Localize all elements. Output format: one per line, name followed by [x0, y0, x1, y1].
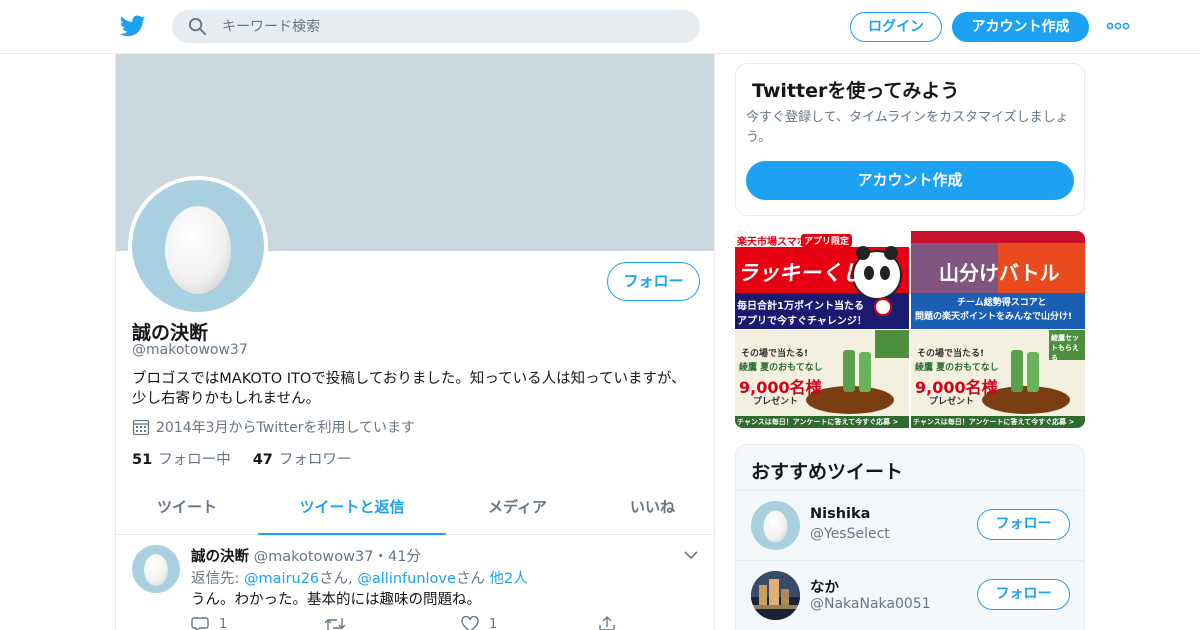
- like-action[interactable]: 1: [461, 616, 497, 630]
- ad4-footer: チャンスは毎日！アンケートに答えて今すぐ応募 >: [913, 418, 1075, 426]
- reply-action[interactable]: 1: [191, 616, 227, 630]
- tab-tweets-and-replies[interactable]: ツイートと返信: [258, 486, 446, 535]
- ad4-present: プレゼント: [929, 397, 975, 407]
- retweet-icon: [324, 618, 346, 630]
- twitter-bird-icon[interactable]: [120, 13, 146, 39]
- recommended-name[interactable]: なか: [810, 576, 839, 597]
- tweet-avatar[interactable]: [132, 545, 180, 593]
- ad-lucky-lottery[interactable]: 楽天市場スマホ アプリ限定 ラッキーくじ 毎日合計1万ポイント当たる アプリで今…: [735, 231, 909, 329]
- like-count: 1: [489, 616, 498, 630]
- tweet-actions: 1 1: [191, 616, 631, 630]
- following-label: フォロー中: [158, 452, 231, 468]
- following-stat[interactable]: 51 フォロー中: [132, 448, 231, 469]
- reply-suffix: さん,: [319, 571, 358, 587]
- search-box[interactable]: [172, 10, 700, 43]
- more-dots-icon[interactable]: [1106, 20, 1130, 32]
- tweet-header: 誠の決断 @makotowow37・41分: [191, 545, 421, 566]
- ad2-sub1: チーム総勢得スコアと: [957, 298, 1047, 308]
- ad1-sub2: アプリで今すぐチャレンジ！: [737, 316, 867, 327]
- ad2-title: 山分けバトル: [939, 261, 1060, 285]
- tweet-author-name[interactable]: 誠の決断: [191, 549, 249, 565]
- ad4-brand: 綾鷹 夏のおもてなし: [915, 363, 999, 373]
- share-action[interactable]: [598, 616, 616, 630]
- ad2-sub2: 問題の楽天ポイントをみんなで山分け!: [915, 312, 1073, 322]
- ad-ayataka-2[interactable]: その場で当たる! 綾鷹 夏のおもてなし 9,000名様 プレゼント 綾鷹セットも…: [911, 330, 1085, 428]
- profile-tabs: ツイート ツイートと返信 メディア いいね: [116, 486, 714, 535]
- egg-avatar-icon: [144, 554, 168, 586]
- ad4-head: その場で当たる!: [917, 349, 985, 359]
- signup-card-button[interactable]: アカウント作成: [746, 161, 1074, 200]
- ad-yamawake-battle[interactable]: 山分けバトル チーム総勢得スコアと 問題の楽天ポイントをみんなで山分け!: [911, 231, 1085, 329]
- recommended-name[interactable]: Nishika: [810, 506, 870, 522]
- recommended-user[interactable]: なか @NakaNaka0051 フォロー: [736, 560, 1084, 630]
- retweet-action[interactable]: [324, 616, 346, 630]
- profile-column: フォロー 誠の決断 @makotowow37 ブロゴスではMAKOTO ITOで…: [115, 54, 715, 630]
- recommended-title: おすすめツイート: [751, 461, 904, 483]
- tab-tweets[interactable]: ツイート: [116, 486, 258, 535]
- reply-user-link[interactable]: @allinfunlove: [357, 571, 456, 587]
- reply-user-link[interactable]: @mairu26: [244, 571, 319, 587]
- city-night-photo-icon: [751, 571, 800, 620]
- profile-joined-date: 2014年3月からTwitterを利用しています: [132, 417, 415, 437]
- ad4-badge: 綾鷹セットもらえる: [1051, 334, 1079, 362]
- ad3-head: その場で当たる!: [741, 349, 809, 359]
- tweet-timestamp[interactable]: 41分: [388, 549, 421, 565]
- profile-handle[interactable]: @makotowow37: [132, 342, 248, 358]
- following-count: 51: [132, 452, 153, 468]
- search-icon: [188, 17, 207, 36]
- calendar-icon: [132, 419, 150, 436]
- reply-others-link[interactable]: 他2人: [490, 571, 528, 587]
- followers-stat[interactable]: 47 フォロワー: [253, 448, 352, 469]
- egg-avatar-icon: [763, 510, 788, 543]
- recommended-handle[interactable]: @YesSelect: [810, 526, 890, 542]
- egg-avatar-icon: [165, 206, 231, 294]
- tweet-item[interactable]: 誠の決断 @makotowow37・41分 返信先: @mairu26さん, @…: [116, 536, 714, 630]
- ad1-sub1: 毎日合計1万ポイント当たる: [737, 301, 864, 312]
- tweet-text: うん。わかった。基本的には趣味の問題ね。: [191, 592, 481, 608]
- heart-icon: [461, 616, 479, 630]
- follow-button[interactable]: フォロー: [977, 579, 1070, 610]
- tab-likes[interactable]: いいね: [589, 486, 714, 535]
- tweet-separator: ・: [373, 549, 388, 565]
- profile-name: 誠の決断: [132, 322, 209, 344]
- follow-button[interactable]: フォロー: [977, 509, 1070, 540]
- ad-ayataka-1[interactable]: その場で当たる! 綾鷹 夏のおもてなし 9,000名様 プレゼント チャンスは毎…: [735, 330, 909, 428]
- chevron-down-icon[interactable]: [684, 550, 698, 560]
- recommended-avatar[interactable]: [751, 571, 800, 620]
- recommended-tweets: おすすめツイート Nishika @YesSelect フォロー なか @Nak…: [735, 444, 1085, 630]
- ad3-brand: 綾鷹 夏のおもてなし: [739, 363, 823, 373]
- recommended-handle[interactable]: @NakaNaka0051: [810, 596, 931, 612]
- tab-media[interactable]: メディア: [446, 486, 589, 535]
- ad3-present: プレゼント: [753, 397, 799, 407]
- profile-stats: 51 フォロー中 47 フォロワー: [132, 448, 373, 469]
- recommended-user[interactable]: Nishika @YesSelect フォロー: [736, 490, 1084, 560]
- followers-count: 47: [252, 452, 273, 468]
- reply-suffix: さん: [455, 571, 490, 587]
- signup-card-description: 今すぐ登録して、タイムラインをカスタマイズしましょう。: [746, 110, 1069, 145]
- reply-count: 1: [219, 616, 228, 630]
- search-input[interactable]: [222, 10, 682, 43]
- share-icon: [599, 616, 615, 630]
- ad1-badge: アプリ限定: [801, 234, 853, 247]
- tweet-reply-to: 返信先: @mairu26さん, @allinfunloveさん 他2人: [191, 567, 528, 588]
- login-button[interactable]: ログイン: [850, 12, 942, 42]
- signup-card-title: Twitterを使ってみよう: [752, 80, 960, 102]
- profile-bio: ブロゴスではMAKOTO ITOで投稿しておりました。知っている人は知っています…: [132, 371, 686, 407]
- follow-button[interactable]: フォロー: [607, 262, 700, 301]
- signup-button[interactable]: アカウント作成: [952, 12, 1089, 42]
- ad1-tag: 楽天市場スマホ: [737, 237, 807, 248]
- profile-avatar[interactable]: [128, 176, 268, 316]
- followers-label: フォロワー: [278, 452, 352, 468]
- recommended-avatar[interactable]: [751, 501, 800, 550]
- ad1-title: ラッキーくじ: [737, 261, 863, 285]
- joined-text: 2014年3月からTwitterを利用しています: [156, 420, 416, 436]
- top-navigation-bar: ログイン アカウント作成: [0, 0, 1200, 54]
- tweet-author-handle[interactable]: @makotowow37: [254, 549, 374, 565]
- signup-card: Twitterを使ってみよう 今すぐ登録して、タイムラインをカスタマイズしましょ…: [735, 63, 1085, 216]
- reply-prefix: 返信先:: [191, 571, 244, 587]
- ad-banners: 楽天市場スマホ アプリ限定 ラッキーくじ 毎日合計1万ポイント当たる アプリで今…: [735, 231, 1085, 428]
- ad3-footer: チャンスは毎日！アンケートに答えて今すぐ応募 >: [737, 418, 899, 426]
- reply-icon: [191, 617, 209, 630]
